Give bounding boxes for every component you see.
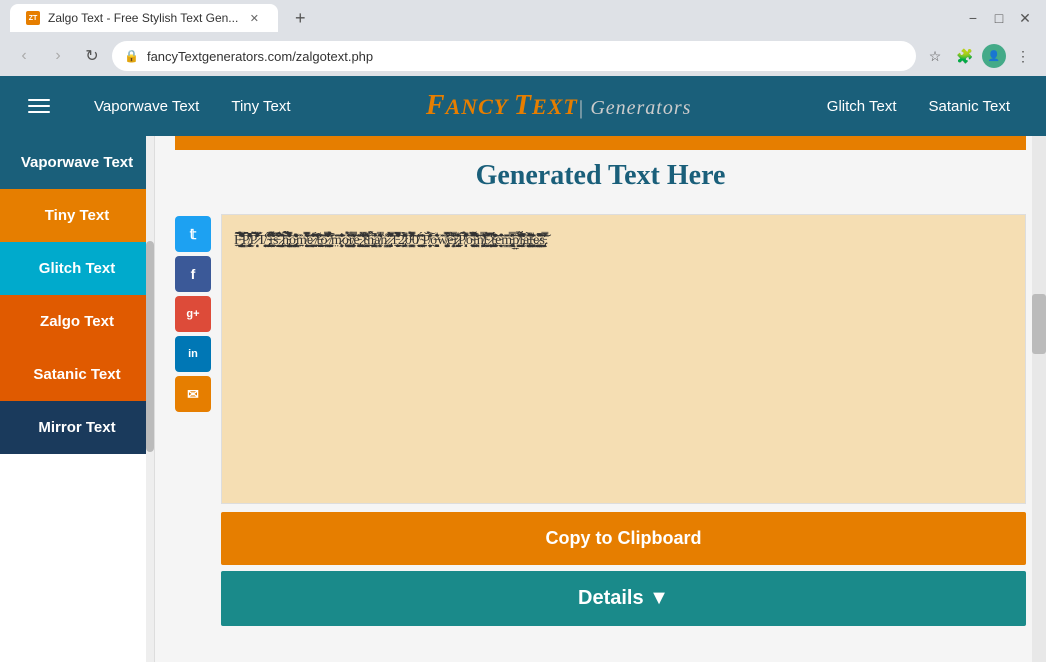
facebook-icon: f — [191, 266, 196, 282]
nav-vaporwave[interactable]: Vaporwave Text — [78, 98, 215, 115]
forward-btn[interactable]: › — [44, 42, 72, 70]
details-label: Details — [578, 587, 649, 609]
gplus-share-btn[interactable]: g+ — [175, 296, 211, 332]
hamburger-btn[interactable] — [20, 91, 58, 121]
linkedin-icon: in — [188, 348, 198, 360]
active-tab[interactable]: ZT Zalgo Text - Free Stylish Text Gen...… — [10, 4, 278, 32]
gplus-icon: g+ — [186, 308, 199, 320]
address-bar: ‹ › ↻ 🔒 fancyTextgenerators.com/zalgotex… — [0, 36, 1046, 76]
back-btn[interactable]: ‹ — [10, 42, 38, 70]
window-controls: − □ ✕ — [962, 7, 1036, 29]
lock-icon: 🔒 — [124, 49, 139, 63]
minimize-btn[interactable]: − — [962, 7, 984, 29]
facebook-share-btn[interactable]: f — [175, 256, 211, 292]
bookmark-icon[interactable]: ☆ — [922, 43, 948, 69]
generated-text-display[interactable]: F̵̢̨̛̯̲̗͍̱̜͔͇̙̦̰̊̓̉̎̋̒͌̏̿̑͊̈̀̐̈́͌̑̅͒͆̔̆̋… — [221, 214, 1026, 504]
maximize-btn[interactable]: □ — [988, 7, 1010, 29]
linkedin-share-btn[interactable]: in — [175, 336, 211, 372]
twitter-share-btn[interactable]: 𝕥 — [175, 216, 211, 252]
email-icon: ✉ — [187, 386, 199, 403]
sidebar-item-glitch[interactable]: Glitch Text — [0, 242, 154, 295]
nav-right: Glitch Text Satanic Text — [811, 98, 1026, 115]
nav-tiny[interactable]: Tiny Text — [215, 98, 306, 115]
sidebar-scrollbar — [146, 136, 154, 662]
generated-section: Generated Text Here — [155, 150, 1046, 214]
copy-to-clipboard-btn[interactable]: Copy to Clipboard — [221, 512, 1026, 565]
email-share-btn[interactable]: ✉ — [175, 376, 211, 412]
sidebar-item-satanic[interactable]: Satanic Text — [0, 348, 154, 401]
tab-title: Zalgo Text - Free Stylish Text Gen... — [48, 11, 238, 25]
menu-icon[interactable]: ⋮ — [1010, 43, 1036, 69]
zalgo-text-content: F̵̢̨̛̯̲̗͍̱̜͔͇̙̦̰̊̓̉̎̋̒͌̏̿̑͊̈̀̐̈́͌̑̅͒͆̔̆̋… — [234, 233, 548, 248]
new-tab-btn[interactable]: + — [286, 4, 314, 32]
profile-avatar[interactable]: 👤 — [982, 44, 1006, 68]
page-layout: Vaporwave Text Tiny Text Glitch Text Zal… — [0, 136, 1046, 662]
details-icon: ▼ — [649, 587, 669, 609]
sidebar: Vaporwave Text Tiny Text Glitch Text Zal… — [0, 136, 155, 662]
extensions-icon[interactable]: 🧩 — [952, 43, 978, 69]
tab-close-btn[interactable]: ✕ — [246, 10, 262, 26]
sidebar-item-mirror[interactable]: Mirror Text — [0, 401, 154, 454]
url-text: fancyTextgenerators.com/zalgotext.php — [147, 49, 904, 64]
main-content: Generated Text Here 𝕥 f g+ in ✉ — [155, 136, 1046, 662]
details-btn[interactable]: Details ▼ — [221, 571, 1026, 626]
page-scrollbar[interactable] — [1032, 136, 1046, 662]
sidebar-scroll-thumb — [146, 241, 154, 451]
sidebar-item-vaporwave[interactable]: Vaporwave Text — [0, 136, 154, 189]
tabs-area: ZT Zalgo Text - Free Stylish Text Gen...… — [10, 4, 314, 32]
site-nav: Vaporwave Text Tiny Text FANCY TEXT| Gen… — [0, 76, 1046, 136]
text-area-wrapper: F̵̢̨̛̯̲̗͍̱̜͔͇̙̦̰̊̓̉̎̋̒͌̏̿̑͊̈̀̐̈́͌̑̅͒͆̔̆̋… — [221, 214, 1026, 626]
hamburger-line-1 — [28, 99, 50, 101]
reload-btn[interactable]: ↻ — [78, 42, 106, 70]
hamburger-line-3 — [28, 111, 50, 113]
address-bar-right: ☆ 🧩 👤 ⋮ — [922, 43, 1036, 69]
url-box[interactable]: 🔒 fancyTextgenerators.com/zalgotext.php — [112, 41, 916, 71]
nav-glitch[interactable]: Glitch Text — [811, 98, 913, 115]
content-wrapper: 𝕥 f g+ in ✉ F̵̢̨̛̯̲̗͍̱̜͔͇̙̦̰̊̓̉̎̋̒͌̏̿̑͊̈… — [155, 214, 1046, 626]
close-btn[interactable]: ✕ — [1014, 7, 1036, 29]
nav-satanic[interactable]: Satanic Text — [913, 98, 1026, 115]
generated-title: Generated Text Here — [175, 160, 1026, 192]
top-orange-bar — [175, 136, 1026, 150]
sidebar-item-zalgo[interactable]: Zalgo Text — [0, 295, 154, 348]
title-bar: ZT Zalgo Text - Free Stylish Text Gen...… — [0, 0, 1046, 36]
sidebar-item-tiny[interactable]: Tiny Text — [0, 189, 154, 242]
tab-favicon: ZT — [26, 11, 40, 25]
site-logo: FANCY TEXT| Generators — [307, 90, 811, 122]
logo-text: FANCY TEXT| Generators — [426, 90, 692, 121]
page-scroll-thumb — [1032, 294, 1046, 354]
social-sidebar: 𝕥 f g+ in ✉ — [175, 214, 211, 626]
hamburger-line-2 — [28, 105, 50, 107]
twitter-icon: 𝕥 — [190, 226, 197, 243]
